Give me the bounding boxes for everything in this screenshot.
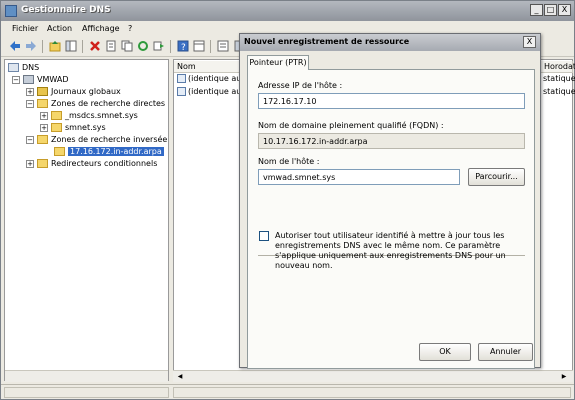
record-icon [177, 74, 186, 83]
folder-icon [37, 159, 48, 168]
tree-item-smnet[interactable]: + smnet.sys [40, 122, 106, 134]
zone-icon [51, 123, 62, 132]
tab-pointeur-ptr[interactable]: Pointeur (PTR) [247, 55, 309, 70]
status-panel [4, 387, 169, 398]
log-icon [37, 87, 48, 96]
update-permission-checkbox[interactable] [259, 231, 269, 241]
scroll-left-icon[interactable]: ◀ [175, 372, 185, 381]
tab-panel: Adresse IP de l'hôte : Nom de domaine pl… [247, 69, 535, 369]
fqdn-field: 10.17.16.172.in-addr.arpa [258, 133, 525, 149]
column-header-horodatage[interactable]: Horodat [541, 61, 575, 73]
toolbar-separator [82, 40, 83, 53]
dns-app-icon [5, 5, 17, 17]
forward-arrow-icon[interactable] [25, 40, 37, 52]
tree-item-vmwad[interactable]: − VMWAD [12, 74, 68, 86]
folder-icon [37, 135, 48, 144]
tree-item-zones-inversees[interactable]: − Zones de recherche inversée [26, 134, 167, 146]
hostname-field[interactable] [258, 169, 460, 185]
back-arrow-icon[interactable] [9, 40, 21, 52]
column-header-nom[interactable]: Nom [174, 61, 244, 73]
record-icon [177, 87, 186, 96]
hostname-label: Nom de l'hôte : [258, 157, 320, 166]
delete-icon[interactable] [89, 40, 101, 52]
copy-icon[interactable] [121, 40, 133, 52]
ok-button[interactable]: OK [419, 343, 471, 361]
dialog-title-bar: Nouvel enregistrement de ressource X [240, 34, 540, 51]
zone-icon [54, 147, 65, 156]
window-title: Gestionnaire DNS [21, 5, 111, 15]
scroll-right-icon[interactable]: ▶ [559, 372, 569, 381]
tree-item-redirecteurs[interactable]: + Redirecteurs conditionnels [26, 158, 157, 170]
dialog-title: Nouvel enregistrement de ressource [244, 37, 410, 46]
menu-affichage[interactable]: Affichage [82, 24, 120, 33]
tree-item-msdcs[interactable]: + _msdcs.smnet.sys [40, 110, 138, 122]
expand-icon[interactable]: + [26, 159, 34, 168]
expand-icon[interactable]: + [40, 123, 48, 132]
refresh-icon[interactable] [137, 40, 149, 52]
tree-item-reverse-zone[interactable]: 17.16.172.in-addr.arpa [54, 146, 164, 158]
host-ip-field[interactable] [258, 93, 525, 109]
collapse-icon[interactable]: − [26, 135, 34, 144]
list-horizontal-scrollbar[interactable]: ◀ ▶ [173, 370, 573, 382]
folder-up-icon[interactable] [49, 40, 61, 52]
panel-icon[interactable] [193, 40, 205, 52]
dialog-close-button[interactable]: X [523, 36, 536, 48]
toolbar-separator [210, 40, 211, 53]
properties-icon[interactable] [105, 40, 117, 52]
tree-item-journaux-globaux[interactable]: + Journaux globaux [26, 86, 121, 98]
toolbar-separator [42, 40, 43, 53]
zone-icon [51, 111, 62, 120]
list-icon[interactable] [217, 40, 229, 52]
folder-icon [37, 99, 48, 108]
status-bar [1, 384, 574, 399]
collapse-icon[interactable]: − [26, 99, 34, 108]
expand-icon[interactable]: + [40, 111, 48, 120]
server-icon [23, 75, 34, 84]
tree-item-dns[interactable]: DNS [8, 62, 39, 74]
console-tree: DNS − VMWAD + Journaux globaux − Zones de r… [4, 59, 169, 381]
export-icon[interactable] [153, 40, 165, 52]
help-icon[interactable]: ? [177, 40, 189, 53]
minimize-button[interactable]: _ [530, 4, 543, 16]
new-resource-record-dialog: Nouvel enregistrement de ressource X Poi… [239, 33, 541, 369]
show-hide-tree-icon[interactable] [65, 40, 77, 52]
update-permission-label: Autoriser tout utilisateur identifié à m… [275, 231, 506, 270]
fqdn-label: Nom de domaine pleinement qualifié (FQDN… [258, 121, 444, 130]
host-ip-label: Adresse IP de l'hôte : [258, 81, 343, 90]
title-bar: Gestionnaire DNS _ □ X [1, 1, 574, 21]
close-button[interactable]: X [558, 4, 571, 16]
maximize-button[interactable]: □ [544, 4, 557, 16]
dns-icon [8, 63, 19, 72]
cancel-button[interactable]: Annuler [478, 343, 533, 361]
menu-help[interactable]: ? [128, 24, 132, 33]
tree-item-zones-directes[interactable]: − Zones de recherche directes [26, 98, 165, 110]
menu-fichier[interactable]: Fichier [12, 24, 38, 33]
menu-action[interactable]: Action [47, 24, 72, 33]
tree-horizontal-scrollbar[interactable] [5, 370, 168, 382]
status-panel [173, 387, 571, 398]
record-timestamp: statique [543, 74, 575, 83]
collapse-icon[interactable]: − [12, 75, 20, 84]
expand-icon[interactable]: + [26, 87, 34, 96]
record-timestamp: statique [543, 87, 575, 96]
browse-button[interactable]: Parcourir... [468, 168, 525, 186]
toolbar-separator [170, 40, 171, 53]
svg-text:?: ? [181, 43, 186, 52]
